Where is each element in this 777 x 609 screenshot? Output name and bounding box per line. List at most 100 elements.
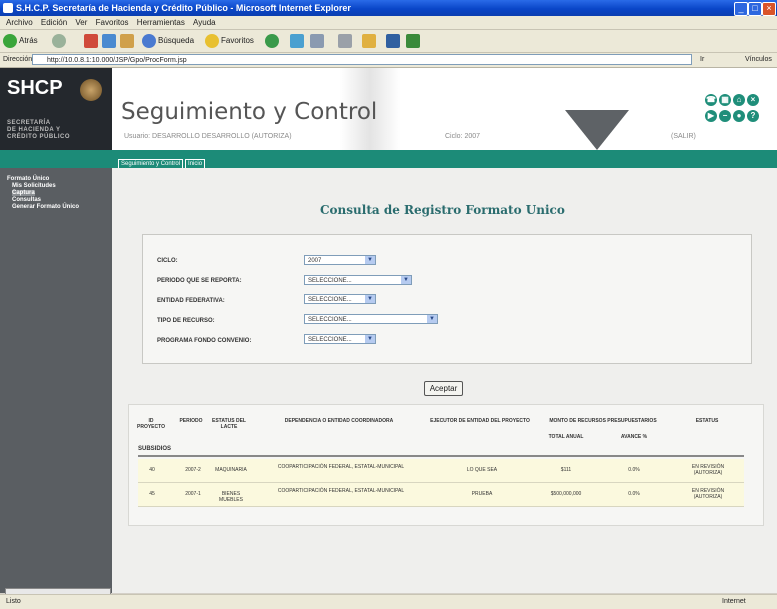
sidebar-item-generar[interactable]: Generar Formato Único <box>12 204 79 210</box>
discuss-icon <box>386 33 400 48</box>
menu-herramientas[interactable]: Herramientas <box>137 18 185 27</box>
menu-archivo[interactable]: Archivo <box>6 18 33 27</box>
cell-ejecutor: LO QUE SEA <box>466 467 498 473</box>
history-button[interactable] <box>290 33 306 49</box>
back-arrow-icon <box>3 33 17 48</box>
window-title: S.H.C.P. Secretaría de Hacienda y Crédit… <box>16 3 351 13</box>
menu-edicion[interactable]: Edición <box>41 18 67 27</box>
close-icon[interactable]: × <box>747 94 759 106</box>
search-form <box>142 234 752 364</box>
refresh-button[interactable] <box>102 33 118 49</box>
search-icon <box>142 33 156 48</box>
mail-icon <box>310 33 324 48</box>
record-icon[interactable]: ● <box>733 110 745 122</box>
menu-ver[interactable]: Ver <box>75 18 87 27</box>
ie-icon <box>3 3 13 13</box>
browser-toolbar: Atrás Búsqueda Favoritos <box>0 30 777 53</box>
play-icon[interactable]: ▶ <box>705 110 717 122</box>
minus-icon[interactable]: − <box>719 110 731 122</box>
tipo-recurso-select[interactable]: SELECCIONE... ▼ <box>304 314 438 324</box>
tipo-recurso-label: TIPO DE RECURSO: <box>157 318 215 324</box>
cell-avance: 0.0% <box>628 467 640 473</box>
mail-button[interactable] <box>310 33 326 49</box>
header-id-proyecto: ID PROYECTO <box>137 418 165 430</box>
ciclo-select[interactable]: 2007 ▼ <box>304 255 376 265</box>
menu-favoritos[interactable]: Favoritos <box>96 18 129 27</box>
media-icon <box>265 33 279 48</box>
chevron-down-icon: ▼ <box>365 335 375 343</box>
favorites-button[interactable]: Favoritos <box>205 33 254 49</box>
sidebar-item-mis-solicitudes[interactable]: Mis Solicitudes <box>12 183 56 189</box>
shcp-logo: SHCP SECRETARÍA DE HACIENDA Y CRÉDITO PÚ… <box>0 68 112 150</box>
header-monto: MONTO DE RECURSOS PRESUPUESTARIOS <box>549 418 657 424</box>
logout-link[interactable]: (SALIR) <box>671 133 696 140</box>
user-line: Usuario: DESARROLLO DESARROLLO (AUTORIZA… <box>124 133 292 140</box>
accept-button[interactable]: Aceptar <box>424 381 463 396</box>
url-input[interactable]: http://10.0.8.1:10.000/JSP/Gpo/ProcForm.… <box>32 54 692 65</box>
chevron-down-icon: ▼ <box>427 315 437 323</box>
print-button[interactable] <box>338 33 354 49</box>
logo-text: SHCP <box>7 77 63 99</box>
chevron-down-icon: ▼ <box>365 256 375 264</box>
periodo-select[interactable]: SELECCIONE... ▼ <box>304 275 412 285</box>
table-row[interactable]: 40 2007-2 MAQUINARIA COOPARTICIPACIÓN FE… <box>138 459 744 483</box>
maximize-button[interactable]: □ <box>748 2 762 16</box>
ciclo-label: CICLO: <box>157 258 178 264</box>
close-button[interactable]: × <box>762 2 776 16</box>
sidebar-item-consultas[interactable]: Consultas <box>12 197 41 203</box>
help-icon[interactable]: ? <box>747 110 759 122</box>
cell-dependencia: COOPARTICIPACIÓN FEDERAL, ESTATAL-MUNICI… <box>277 488 405 494</box>
sidebar-item-captura[interactable]: Captura <box>12 190 35 196</box>
forward-arrow-icon <box>52 33 66 48</box>
media-button[interactable] <box>265 33 281 49</box>
sidebar-item-formato-unico[interactable]: Formato Único <box>7 176 49 182</box>
minimize-button[interactable]: _ <box>734 2 748 16</box>
cell-id: 40 <box>149 467 155 473</box>
window-titlebar[interactable]: S.H.C.P. Secretaría de Hacienda y Crédit… <box>0 0 777 16</box>
print-icon <box>338 33 352 48</box>
forward-button[interactable] <box>52 33 68 49</box>
header-dependencia: DEPENDENCIA O ENTIDAD COORDINADORA <box>284 418 394 424</box>
app-title: Seguimiento y Control <box>121 99 378 125</box>
internet-zone: Internet <box>722 598 746 605</box>
cell-periodo: 2007-2 <box>185 467 201 473</box>
edit-button[interactable] <box>362 33 378 49</box>
header-total-anual: TOTAL ANUAL <box>548 434 584 440</box>
home-icon[interactable]: ⌂ <box>733 94 745 106</box>
header-divider <box>138 455 744 457</box>
search-button[interactable]: Búsqueda <box>142 33 194 49</box>
menu-ayuda[interactable]: Ayuda <box>193 18 216 27</box>
grid-icon[interactable]: ▦ <box>719 94 731 106</box>
menu-bar: Archivo Edición Ver Favoritos Herramient… <box>0 16 777 30</box>
header-ejecutor: EJECUTOR DE ENTIDAD DEL PROYECTO <box>430 418 530 424</box>
nav-bar <box>0 150 777 168</box>
stop-icon <box>84 33 98 48</box>
folder-icon <box>362 33 376 48</box>
go-button[interactable]: Ir <box>700 53 704 67</box>
stop-button[interactable] <box>84 33 100 49</box>
messenger-icon <box>406 33 420 48</box>
star-icon <box>205 33 219 48</box>
programa-label: PROGRAMA FONDO CONVENIO: <box>157 338 252 344</box>
periodo-label: PERIODO QUE SE REPORTA: <box>157 278 242 284</box>
chevron-down-icon: ▼ <box>365 295 375 303</box>
home-icon <box>120 33 134 48</box>
programa-select[interactable]: SELECCIONE... ▼ <box>304 334 376 344</box>
back-button[interactable]: Atrás <box>3 33 38 49</box>
funnel-decoration <box>565 110 629 150</box>
entidad-select[interactable]: SELECCIONE... ▼ <box>304 294 376 304</box>
sidebar: Formato Único Mis Solicitudes Captura Co… <box>0 168 112 593</box>
header-periodo: PERIODO <box>179 418 203 424</box>
breadcrumb-tabs: Seguimiento y Control Inicio <box>118 157 207 169</box>
home-button[interactable] <box>120 33 136 49</box>
cell-avance: 0.0% <box>628 491 640 497</box>
cell-total: $500,000,000 <box>550 491 582 497</box>
phone-icon[interactable]: ☎ <box>705 94 717 106</box>
discuss-button[interactable] <box>386 33 402 49</box>
group-label: SUBSIDIOS <box>138 446 172 452</box>
seal-icon <box>80 79 102 101</box>
table-row[interactable]: 45 2007-1 BIENES MUEBLES COOPARTICIPACIÓ… <box>138 483 744 507</box>
messenger-button[interactable] <box>406 33 422 49</box>
header-avance: AVANCE % <box>620 434 648 440</box>
links-label[interactable]: Vínculos <box>745 53 772 67</box>
